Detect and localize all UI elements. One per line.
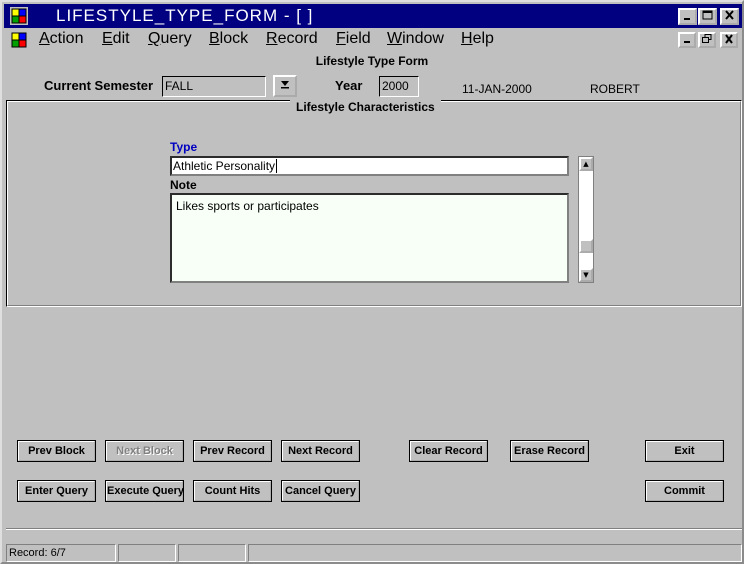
forms-document-icon[interactable] <box>10 31 28 49</box>
menu-window[interactable]: Window <box>387 30 444 48</box>
current-date: 11-JAN-2000 <box>462 82 532 96</box>
menu-field[interactable]: Field <box>336 30 371 48</box>
commit-button[interactable]: Commit <box>645 480 724 502</box>
menu-bar: Action Edit Query Block Record Field Win… <box>4 28 742 52</box>
current-semester-field[interactable]: FALL <box>162 76 266 97</box>
execute-query-button[interactable]: Execute Query <box>105 480 184 502</box>
doc-close-icon[interactable] <box>720 32 738 48</box>
dropdown-arrow-icon[interactable] <box>273 75 297 97</box>
erase-record-button[interactable]: Erase Record <box>510 440 589 462</box>
maximize-icon[interactable] <box>698 8 717 25</box>
title-bar[interactable]: LIFESTYLE_TYPE_FORM - [ ] <box>4 4 742 28</box>
menu-help[interactable]: Help <box>461 30 494 48</box>
menu-action[interactable]: Action <box>39 30 83 48</box>
scroll-up-icon[interactable]: ▲ <box>579 157 593 171</box>
form-title: Lifestyle Type Form <box>315 54 429 68</box>
current-user: ROBERT <box>590 82 640 96</box>
scroll-down-icon[interactable]: ▼ <box>579 268 593 282</box>
next-block-button[interactable]: Next Block <box>105 440 184 462</box>
year-label: Year <box>335 78 363 93</box>
year-field[interactable]: 2000 <box>379 76 419 97</box>
characteristics-title: Lifestyle Characteristics <box>290 100 441 114</box>
status-cell-3 <box>178 544 246 562</box>
count-hits-button[interactable]: Count Hits <box>193 480 272 502</box>
note-label: Note <box>170 178 197 192</box>
prev-record-button[interactable]: Prev Record <box>193 440 272 462</box>
doc-restore-icon[interactable] <box>698 32 716 48</box>
menu-query[interactable]: Query <box>148 30 192 48</box>
minimize-icon[interactable] <box>678 8 697 25</box>
menu-block[interactable]: Block <box>209 30 248 48</box>
scroll-thumb[interactable] <box>579 239 593 253</box>
forms-app-icon[interactable] <box>10 7 28 25</box>
exit-button[interactable]: Exit <box>645 440 724 462</box>
type-value: Athletic Personality <box>173 159 276 173</box>
next-record-button[interactable]: Next Record <box>281 440 360 462</box>
application-window: LIFESTYLE_TYPE_FORM - [ ] Action Edit Qu… <box>0 0 744 564</box>
type-label: Type <box>170 140 198 154</box>
close-icon[interactable] <box>720 8 739 25</box>
doc-minimize-icon[interactable] <box>678 32 696 48</box>
window-title: LIFESTYLE_TYPE_FORM - [ ] <box>56 6 314 25</box>
menu-record[interactable]: Record <box>266 30 318 48</box>
record-indicator: Record: 6/7 <box>6 544 116 562</box>
type-field[interactable]: Athletic Personality <box>170 156 569 176</box>
status-cell-2 <box>118 544 176 562</box>
current-semester-label: Current Semester <box>44 78 154 93</box>
record-scrollbar[interactable]: ▲ ▼ <box>578 156 594 283</box>
enter-query-button[interactable]: Enter Query <box>17 480 96 502</box>
cancel-query-button[interactable]: Cancel Query <box>281 480 360 502</box>
menu-edit[interactable]: Edit <box>102 30 130 48</box>
prev-block-button[interactable]: Prev Block <box>17 440 96 462</box>
clear-record-button[interactable]: Clear Record <box>409 440 488 462</box>
note-field[interactable]: Likes sports or participates <box>170 193 569 283</box>
status-message <box>248 544 742 562</box>
status-separator <box>6 528 742 530</box>
status-bar: Record: 6/7 <box>6 544 742 562</box>
